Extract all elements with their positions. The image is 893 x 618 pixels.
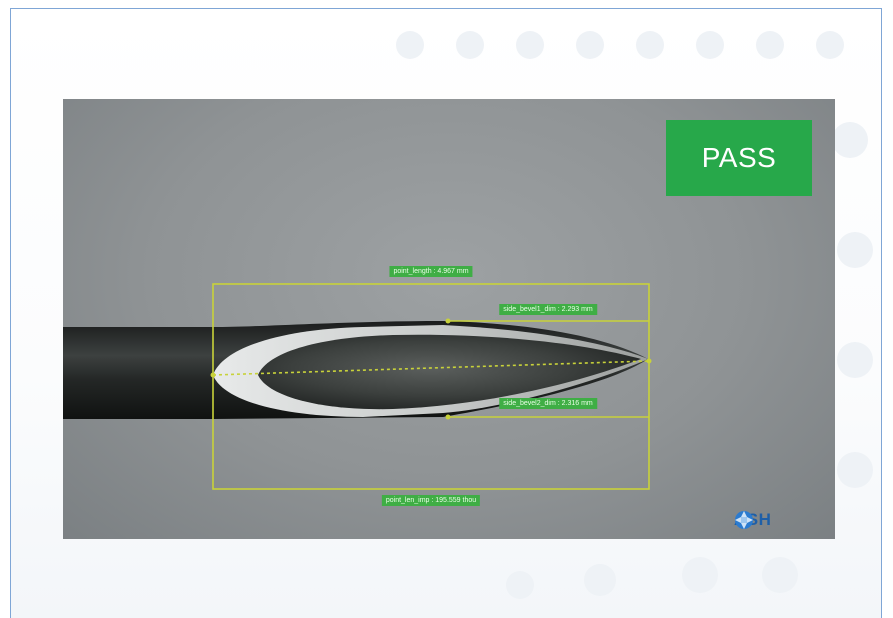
ash-logo: ASH: [734, 510, 771, 530]
side-bevel1-label: side_bevel1_dim : 2.293 mm: [499, 304, 597, 315]
point-len-imp-label: point_len_imp : 195.559 thou: [381, 495, 481, 506]
pass-status-text: PASS: [701, 142, 777, 173]
point-length-label: point_length : 4.967 mm: [389, 266, 473, 277]
pass-status-badge: PASS: [666, 120, 812, 196]
needle-inspection-image: PASS point_length : 4.967 mm side_bevel1…: [63, 99, 835, 539]
side-bevel2-label: side_bevel2_dim : 2.316 mm: [499, 398, 597, 409]
ash-logo-icon: [735, 511, 753, 529]
